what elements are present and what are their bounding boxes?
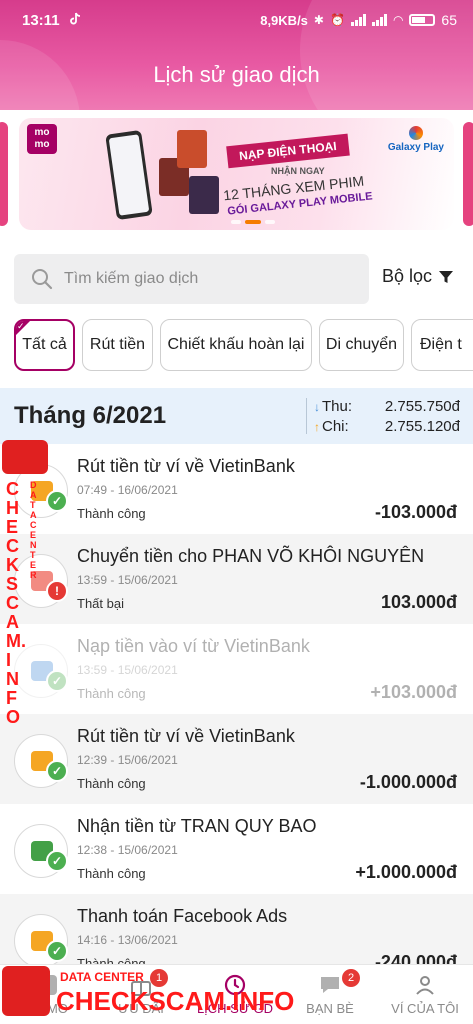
banner-ribbon: NẠP ĐIỆN THOẠI <box>226 133 350 169</box>
promo-banner[interactable]: mo mo NẠP ĐIỆN THOẠI NHẬN NGAY 12 THÁNG … <box>19 118 454 230</box>
chip-transport[interactable]: Di chuyển <box>319 319 404 371</box>
page-title: Lịch sử giao dịch <box>153 62 320 87</box>
transaction-row[interactable]: ✓ Rút tiền từ ví về VietinBank 07:49 - 1… <box>0 444 473 534</box>
failed-alert-icon: ! <box>46 580 68 602</box>
momo-logo: mo mo <box>27 124 57 154</box>
status-time: 13:11 <box>22 12 60 29</box>
transaction-date: 14:16 - 13/06/2021 <box>77 933 178 947</box>
transaction-name: Rút tiền từ ví về VietinBank <box>77 456 295 476</box>
transaction-name: Thanh toán Facebook Ads <box>77 906 288 926</box>
status-bar: 13:11 8,9KB/s ✱ ⏰ ◠ 65 <box>0 0 473 40</box>
income-label: Thu: <box>322 398 353 415</box>
filter-label: Bộ lọc <box>382 266 433 286</box>
notification-badge: 2 <box>342 969 360 987</box>
transaction-date: 13:59 - 15/06/2021 <box>77 663 178 677</box>
expense-amount: 2.755.120đ <box>384 418 460 435</box>
app-header: 13:11 8,9KB/s ✱ ⏰ ◠ 65 Lịch sử giao dịch <box>0 0 473 110</box>
nav-promotions[interactable]: ƯU ĐÃI 1 <box>94 965 188 1024</box>
transaction-date: 13:59 - 15/06/2021 <box>77 573 178 587</box>
transaction-name: Nạp tiền vào ví từ VietinBank <box>77 636 310 656</box>
success-check-icon: ✓ <box>46 850 68 872</box>
notification-badge: 1 <box>150 969 168 987</box>
transaction-status: Thành công <box>77 506 146 521</box>
transaction-name: Rút tiền từ ví về VietinBank <box>77 726 295 746</box>
carousel-dots <box>231 220 275 224</box>
transaction-row[interactable]: ! Chuyển tiền cho PHAN VÕ KHÔI NGUYÊN 13… <box>0 534 473 624</box>
income-amount: 2.755.750đ <box>384 398 460 415</box>
transaction-amount: -1.000.000đ <box>359 772 457 792</box>
filter-icon <box>439 270 454 283</box>
transaction-status: Thành công <box>77 776 146 791</box>
nav-label: LỊCH SỬ GD <box>196 1001 274 1016</box>
search-box[interactable] <box>14 254 369 304</box>
nav-my-wallet[interactable]: VÍ CỦA TÔI <box>378 965 472 1024</box>
prev-banner-peek[interactable] <box>0 122 8 226</box>
signal-icon <box>350 14 366 26</box>
chip-electricity[interactable]: Điện t <box>411 319 473 371</box>
battery-level: 65 <box>441 12 457 28</box>
transaction-status: Thành công <box>77 686 146 701</box>
category-chips: ✓ Tất cả Rút tiền Chiết khấu hoàn lại Di … <box>14 319 473 371</box>
nav-label: ƯU ĐÃI <box>118 1001 164 1016</box>
watermark-lock-icon <box>2 966 50 1016</box>
bottom-nav: MOMO ƯU ĐÃI 1 LỊCH SỬ GD BẠN BÈ 2 VÍ CỦA… <box>0 964 473 1024</box>
chat-icon <box>321 977 339 993</box>
transaction-status: Thành công <box>77 866 146 881</box>
chip-cashback[interactable]: Chiết khấu hoàn lại <box>160 319 312 371</box>
promo-carousel[interactable]: mo mo NẠP ĐIỆN THOẠI NHẬN NGAY 12 THÁNG … <box>0 118 473 230</box>
chip-all[interactable]: ✓ Tất cả <box>14 319 75 371</box>
month-summary: Tháng 6/2021 ↓ Thu: 2.755.750đ ↑ Chi: 2.75… <box>0 388 473 444</box>
alarm-icon: ⏰ <box>329 13 345 27</box>
nav-label: VÍ CỦA TÔI <box>391 1001 459 1016</box>
nav-friends[interactable]: BẠN BÈ 2 <box>283 965 377 1024</box>
filter-button[interactable]: Bộ lọc <box>382 266 454 287</box>
transaction-amount: -103.000đ <box>374 502 457 522</box>
wifi-icon: ◠ <box>392 13 404 27</box>
transaction-date: 07:49 - 16/06/2021 <box>77 483 178 497</box>
expense-label: Chi: <box>322 418 349 435</box>
transaction-status: Thất bại <box>77 596 124 611</box>
galaxy-play-logo: Galaxy Play <box>388 126 444 153</box>
transaction-row[interactable]: ✓ Rút tiền từ ví về VietinBank 12:39 - 1… <box>0 714 473 804</box>
phone-illustration <box>105 129 153 221</box>
arrow-up-icon: ↑ <box>314 420 320 434</box>
nav-label: BẠN BÈ <box>306 1001 354 1016</box>
arrow-down-icon: ↓ <box>314 400 320 414</box>
transaction-row[interactable]: ✓ Nạp tiền vào ví từ VietinBank 13:59 - … <box>0 624 473 714</box>
bluetooth-icon: ✱ <box>313 13 324 27</box>
search-icon <box>32 269 53 290</box>
signal-icon-2 <box>371 14 387 26</box>
transaction-name: Chuyển tiền cho PHAN VÕ KHÔI NGUYÊN <box>77 546 425 566</box>
movie-poster <box>189 176 219 214</box>
transaction-amount: +1.000.000đ <box>355 862 457 882</box>
next-banner-peek[interactable] <box>463 122 473 226</box>
movie-poster <box>177 130 207 168</box>
transaction-amount: 103.000đ <box>380 592 457 612</box>
transaction-name: Nhận tiền từ TRAN QUY BAO <box>77 816 317 836</box>
summary-divider <box>306 398 307 434</box>
watermark-lock-icon <box>2 440 48 474</box>
chip-withdraw[interactable]: Rút tiền <box>82 319 153 371</box>
search-input[interactable] <box>64 254 354 304</box>
tiktok-icon <box>70 12 81 25</box>
banner-line: NHẬN NGAY <box>271 166 325 176</box>
transaction-amount: +103.000đ <box>370 682 457 702</box>
success-check-icon: ✓ <box>46 940 68 962</box>
profile-icon <box>416 976 434 995</box>
success-check-icon: ✓ <box>46 760 68 782</box>
status-right: 8,9KB/s ✱ ⏰ ◠ 65 <box>260 12 457 28</box>
transaction-row[interactable]: ✓ Nhận tiền từ TRAN QUY BAO 12:38 - 15/0… <box>0 804 473 894</box>
battery-icon <box>409 14 436 26</box>
nav-history[interactable]: LỊCH SỬ GD <box>188 965 282 1024</box>
network-speed: 8,9KB/s <box>260 12 308 28</box>
transaction-date: 12:38 - 15/06/2021 <box>77 843 178 857</box>
history-icon <box>224 974 246 996</box>
success-check-icon: ✓ <box>46 490 68 512</box>
month-label: Tháng 6/2021 <box>14 402 167 429</box>
success-check-icon: ✓ <box>46 670 68 692</box>
transaction-date: 12:39 - 15/06/2021 <box>77 753 178 767</box>
